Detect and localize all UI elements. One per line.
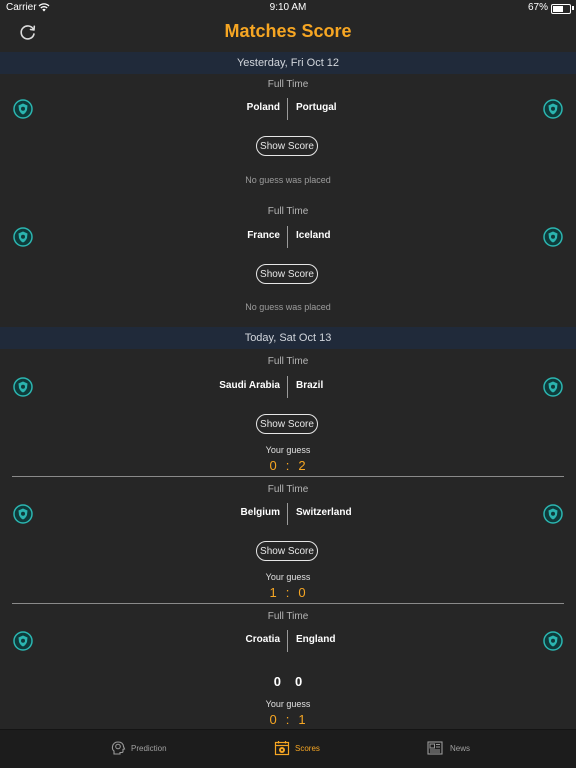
- match-status: Full Time: [267, 206, 309, 217]
- match-divider: [12, 603, 564, 604]
- away-team-name: Iceland: [296, 230, 331, 241]
- battery-percent: 67%: [527, 2, 548, 13]
- nav-bar: Matches Score: [0, 16, 576, 52]
- your-guess-label: Your guess: [265, 699, 311, 709]
- clock-time: 9:10 AM: [269, 2, 307, 13]
- home-team-name: Belgium: [240, 507, 280, 518]
- home-team-name: France: [247, 230, 280, 241]
- newspaper-icon: [427, 741, 443, 755]
- guess-away-score: 2: [298, 458, 307, 473]
- home-team-name: Poland: [246, 102, 280, 113]
- tab-label-prediction: Prediction: [131, 744, 167, 753]
- tab-bar: Prediction Scores News: [0, 729, 576, 768]
- status-bar: Carrier 9:10 AM 67%: [0, 0, 576, 16]
- show-score-button[interactable]: Show Score: [256, 414, 318, 434]
- guess-away-score: 1: [298, 712, 307, 727]
- match-card: Full Time Belgium Switzerland Show Score…: [0, 478, 576, 603]
- guess-score: 0:2: [0, 458, 576, 473]
- teams-row: France Iceland: [0, 226, 576, 248]
- teams-divider: [287, 98, 288, 120]
- team-crest-icon: [543, 377, 563, 397]
- match-status: Full Time: [267, 484, 309, 495]
- guess-home-score: 0: [269, 712, 278, 727]
- battery-tip: [572, 6, 574, 10]
- away-team-name: Switzerland: [296, 507, 352, 518]
- guess-away-score: 0: [298, 585, 307, 600]
- guess-separator: :: [285, 458, 291, 473]
- final-score: 00: [0, 674, 576, 689]
- guess-score: 0:1: [0, 712, 576, 727]
- away-team-name: Brazil: [296, 380, 324, 391]
- teams-divider: [287, 226, 288, 248]
- match-status: Full Time: [267, 611, 309, 622]
- teams-row: Croatia England: [0, 630, 576, 652]
- guess-separator: :: [285, 585, 291, 600]
- section-header-yesterday: Yesterday, Fri Oct 12: [0, 52, 576, 74]
- battery-icon: [551, 4, 571, 14]
- calendar-ball-icon: [274, 741, 290, 756]
- teams-divider: [287, 630, 288, 652]
- no-guess-text: No guess was placed: [245, 302, 331, 312]
- show-score-button[interactable]: Show Score: [256, 541, 318, 561]
- your-guess-label: Your guess: [265, 572, 311, 582]
- away-final-score: 0: [295, 674, 303, 689]
- team-crest-icon: [543, 631, 563, 651]
- your-guess-label: Your guess: [265, 445, 311, 455]
- app-screen: Carrier 9:10 AM 67% Matches Score Yester…: [0, 0, 576, 768]
- teams-divider: [287, 376, 288, 398]
- tab-label-scores: Scores: [295, 744, 320, 753]
- teams-divider: [287, 503, 288, 525]
- section-header-today: Today, Sat Oct 13: [0, 327, 576, 349]
- guess-separator: :: [285, 712, 291, 727]
- home-team-name: Saudi Arabia: [219, 380, 280, 391]
- team-crest-icon: [543, 99, 563, 119]
- teams-row: Belgium Switzerland: [0, 503, 576, 525]
- team-crest-icon: [543, 227, 563, 247]
- away-team-name: England: [296, 634, 336, 645]
- home-team-name: Croatia: [245, 634, 280, 645]
- match-status: Full Time: [267, 79, 309, 90]
- away-team-name: Portugal: [296, 102, 337, 113]
- no-guess-text: No guess was placed: [245, 175, 331, 185]
- guess-score: 1:0: [0, 585, 576, 600]
- teams-row: Saudi Arabia Brazil: [0, 376, 576, 398]
- match-card: Full Time France Iceland Show Score No g…: [0, 201, 576, 325]
- match-card: Full Time Croatia England 00 Your guess …: [0, 605, 576, 729]
- guess-home-score: 1: [269, 585, 278, 600]
- show-score-button[interactable]: Show Score: [256, 136, 318, 156]
- page-title: Matches Score: [224, 21, 352, 41]
- tab-label-news: News: [450, 744, 471, 753]
- match-divider: [12, 476, 564, 477]
- tab-prediction[interactable]: Prediction: [100, 730, 190, 768]
- team-crest-icon: [543, 504, 563, 524]
- match-card: Full Time Poland Portugal Show Score No …: [0, 74, 576, 198]
- guess-home-score: 0: [269, 458, 278, 473]
- head-brain-icon: [111, 741, 126, 755]
- match-status: Full Time: [267, 356, 309, 367]
- show-score-button[interactable]: Show Score: [256, 264, 318, 284]
- home-final-score: 0: [273, 674, 281, 689]
- match-card: Full Time Saudi Arabia Brazil Show Score…: [0, 350, 576, 476]
- teams-row: Poland Portugal: [0, 98, 576, 120]
- tab-news[interactable]: News: [417, 730, 487, 768]
- tab-scores[interactable]: Scores: [264, 730, 334, 768]
